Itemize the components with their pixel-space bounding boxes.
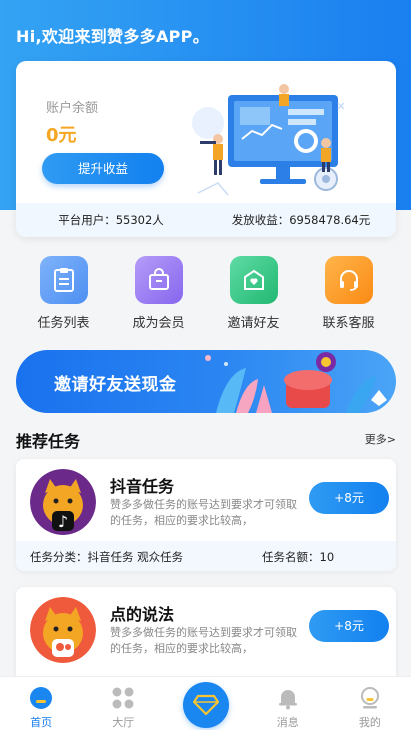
quick-invite-friends-label: 邀请好友 — [227, 316, 280, 331]
diamond-icon — [182, 682, 229, 728]
bottom-tab-bar: 首页 大厅 消息 我的 — [0, 676, 411, 730]
banner-decoration — [205, 352, 387, 413]
section-title: 推荐任务 — [16, 432, 81, 451]
quick-task-list-label: 任务列表 — [37, 316, 90, 331]
tab-profile[interactable]: 我的 — [329, 677, 411, 730]
profile-icon — [360, 687, 379, 709]
quick-contact-support-label: 联系客服 — [322, 316, 375, 331]
invite-banner[interactable]: 邀请好友送现金 — [16, 350, 396, 413]
task-reward-button[interactable]: +8元 — [309, 482, 389, 514]
member-bag-icon — [134, 256, 183, 304]
quick-become-member-label: 成为会员 — [132, 316, 185, 331]
tab-home-label: 首页 — [30, 716, 53, 729]
quick-task-list[interactable]: 任务列表 — [16, 256, 111, 334]
svg-text:♪: ♪ — [58, 512, 68, 531]
clipboard-icon — [39, 256, 88, 304]
tiktok-cat-avatar: ♪ — [30, 469, 96, 535]
home-icon — [30, 687, 53, 709]
tab-profile-label: 我的 — [358, 716, 381, 729]
task-quota: 任务名额：10 — [262, 550, 335, 564]
quick-actions: 任务列表 成为会员 邀请好友 联系客服 — [16, 256, 396, 334]
recommend-header: 推荐任务 更多> — [16, 428, 396, 451]
task-reward-button[interactable]: +8元 — [309, 610, 389, 642]
boost-earnings-button[interactable]: 提升收益 — [42, 153, 164, 184]
balance-label: 账户余额 — [46, 101, 99, 116]
task-description: 赞多多做任务的账号达到要求才可领取的任务，相应的要求比较高， — [110, 498, 297, 527]
greeting-text: Hi,欢迎来到赞多多APP。 — [16, 27, 209, 46]
dashboard-illustration — [192, 84, 345, 196]
task-category: 任务分类：抖音任务 观众任务 — [30, 550, 184, 564]
invite-heart-icon — [229, 256, 278, 304]
tab-messages[interactable]: 消息 — [247, 677, 329, 730]
banner-text: 邀请好友送现金 — [54, 375, 177, 395]
task-description: 赞多多做任务的账号达到要求才可领取的任务，相应的要求比较高， — [110, 626, 297, 655]
platform-stats: 平台用户：55302人 发放收益：6958478.64元 — [16, 203, 396, 237]
tab-vip[interactable] — [164, 677, 246, 730]
quick-invite-friends[interactable]: 邀请好友 — [206, 256, 301, 334]
task-card[interactable]: ♪ 抖音任务 赞多多做任务的账号达到要求才可领取的任务，相应的要求比较高， +8… — [16, 459, 396, 571]
more-link[interactable]: 更多> — [365, 431, 396, 447]
hall-grid-icon — [112, 687, 134, 709]
home-page: Hi,欢迎来到赞多多APP。 账户余额 0元 提升收益 平台用户：55302人 … — [0, 0, 411, 730]
tab-messages-label: 消息 — [276, 716, 299, 729]
task-meta: 任务分类：抖音任务 观众任务 任务名额：10 — [16, 541, 396, 571]
task-name: 抖音任务 — [110, 477, 175, 496]
tab-home[interactable]: 首页 — [0, 677, 82, 730]
tab-hall[interactable]: 大厅 — [82, 677, 164, 730]
task-name: 点的说法 — [110, 605, 175, 624]
kuaishou-cat-avatar — [30, 597, 96, 663]
bell-icon — [278, 690, 297, 710]
balance-card: 账户余额 0元 提升收益 平台用户：55302人 发放收益：6958478.64… — [16, 61, 396, 237]
headset-icon — [324, 256, 373, 304]
quick-contact-support[interactable]: 联系客服 — [301, 256, 396, 334]
balance-value: 0元 — [46, 125, 77, 146]
platform-users-stat: 平台用户：55302人 — [58, 213, 164, 227]
tab-hall-label: 大厅 — [112, 716, 135, 729]
payout-stat: 发放收益：6958478.64元 — [231, 213, 371, 227]
quick-become-member[interactable]: 成为会员 — [111, 256, 206, 334]
